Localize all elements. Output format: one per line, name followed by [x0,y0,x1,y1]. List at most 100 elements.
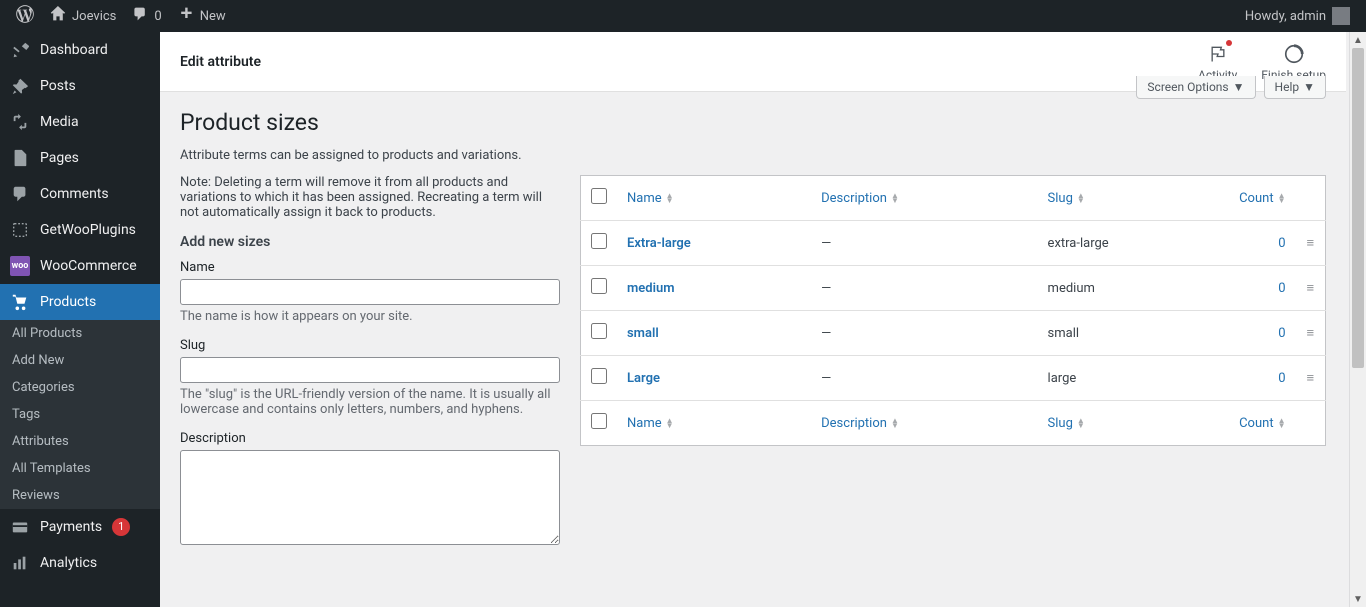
term-name-link[interactable]: medium [627,281,675,296]
menu-media[interactable]: Media [0,104,160,140]
admin-sidebar: Dashboard Posts Media Pages Comments Get… [0,32,160,607]
site-home-link[interactable]: Joevics [42,0,124,32]
user-account-link[interactable]: Howdy, admin [1237,0,1358,32]
col-description-footer[interactable]: Description▲▼ [811,401,1037,446]
menu-posts[interactable]: Posts [0,68,160,104]
comments-icon [10,184,30,204]
description-input[interactable] [180,450,560,545]
submenu-all-products[interactable]: All Products [0,320,160,347]
name-input[interactable] [180,279,560,305]
select-all-checkbox[interactable] [591,188,607,204]
sort-icon: ▲▼ [1278,418,1286,428]
menu-woocommerce[interactable]: wooWooCommerce [0,248,160,284]
help-tab[interactable]: Help ▼ [1264,76,1326,99]
sort-icon: ▲▼ [891,418,899,428]
content-area: Edit attribute Activity Finish setup Scr… [160,32,1346,607]
col-name-footer[interactable]: Name▲▼ [617,401,811,446]
plugin-icon [10,220,30,240]
term-slug: medium [1038,266,1226,311]
menu-analytics[interactable]: Analytics [0,545,160,581]
submenu-tags[interactable]: Tags [0,401,160,428]
screen-options-tab[interactable]: Screen Options ▼ [1136,76,1255,99]
topbar-title: Edit attribute [180,54,261,70]
sort-icon: ▲▼ [1278,193,1286,203]
products-icon [10,292,30,312]
term-count-link[interactable]: 0 [1278,236,1285,251]
term-slug: small [1038,311,1226,356]
wordpress-icon [16,5,34,27]
menu-pages[interactable]: Pages [0,140,160,176]
progress-icon [1282,42,1306,66]
term-description: — [811,221,1037,266]
page-title: Product sizes [180,109,1326,136]
submenu-attributes[interactable]: Attributes [0,428,160,455]
greeting-text: Howdy, admin [1245,9,1326,24]
menu-dashboard[interactable]: Dashboard [0,32,160,68]
note-text: Note: Deleting a term will remove it fro… [180,175,560,220]
term-description: — [811,266,1037,311]
drag-handle[interactable]: ≡ [1296,221,1326,266]
description-label: Description [180,431,560,446]
scroll-thumb[interactable] [1352,48,1364,368]
term-slug: extra-large [1038,221,1226,266]
admin-bar: Joevics 0 New Howdy, admin [0,0,1366,32]
row-checkbox[interactable] [591,323,607,339]
sort-icon: ▲▼ [891,193,899,203]
table-row: Extra-large —extra-large 0 ≡ [581,221,1326,266]
col-name-header[interactable]: Name▲▼ [617,176,811,221]
term-description: — [811,356,1037,401]
term-slug: large [1038,356,1226,401]
submenu-add-new[interactable]: Add New [0,347,160,374]
flag-icon [1206,42,1230,66]
select-all-checkbox-footer[interactable] [591,413,607,429]
form-title: Add new sizes [180,234,560,250]
col-count-header[interactable]: Count▲▼ [1226,176,1296,221]
menu-products[interactable]: Products [0,284,160,320]
col-slug-footer[interactable]: Slug▲▼ [1038,401,1226,446]
submenu-categories[interactable]: Categories [0,374,160,401]
submenu-all-templates[interactable]: All Templates [0,455,160,482]
pin-icon [10,76,30,96]
term-count-link[interactable]: 0 [1278,371,1285,386]
drag-handle[interactable]: ≡ [1296,266,1326,311]
table-row: medium—medium0≡ [581,266,1326,311]
scrollbar[interactable]: ▲ ▼ [1349,32,1366,607]
site-name: Joevics [72,9,116,24]
menu-getwooplugins[interactable]: GetWooPlugins [0,212,160,248]
comment-icon [132,6,148,26]
col-count-footer[interactable]: Count▲▼ [1226,401,1296,446]
menu-payments[interactable]: Payments 1 [0,509,160,545]
term-name-link[interactable]: Extra-large [627,236,691,251]
comments-link[interactable]: 0 [124,0,169,32]
row-checkbox[interactable] [591,368,607,384]
new-content-link[interactable]: New [170,0,234,32]
scroll-down-icon[interactable]: ▼ [1350,591,1366,607]
products-submenu: All Products Add New Categories Tags Att… [0,320,160,509]
payments-badge: 1 [112,518,130,536]
col-description-header[interactable]: Description▲▼ [811,176,1037,221]
menu-comments[interactable]: Comments [0,176,160,212]
slug-input[interactable] [180,357,560,383]
term-description: — [811,311,1037,356]
select-all-footer[interactable] [581,401,618,446]
terms-table: Name▲▼ Description▲▼ Slug▲▼ Count▲▼ Extr… [580,175,1326,446]
term-name-link[interactable]: Large [627,371,660,386]
name-label: Name [180,260,560,275]
submenu-reviews[interactable]: Reviews [0,482,160,509]
term-name-link[interactable]: small [627,326,659,341]
table-row: Large —large 0 ≡ [581,356,1326,401]
wp-logo[interactable] [8,0,42,32]
drag-handle[interactable]: ≡ [1296,311,1326,356]
drag-handle[interactable]: ≡ [1296,356,1326,401]
term-count-link[interactable]: 0 [1278,326,1285,341]
new-label: New [200,9,226,24]
col-handle-header [1296,176,1326,221]
row-checkbox[interactable] [591,233,607,249]
sort-icon: ▲▼ [1077,418,1085,428]
col-slug-header[interactable]: Slug▲▼ [1038,176,1226,221]
select-all-header[interactable] [581,176,618,221]
scroll-up-icon[interactable]: ▲ [1350,32,1366,48]
row-checkbox[interactable] [591,278,607,294]
term-count-link[interactable]: 0 [1278,281,1285,296]
sort-icon: ▲▼ [666,193,674,203]
